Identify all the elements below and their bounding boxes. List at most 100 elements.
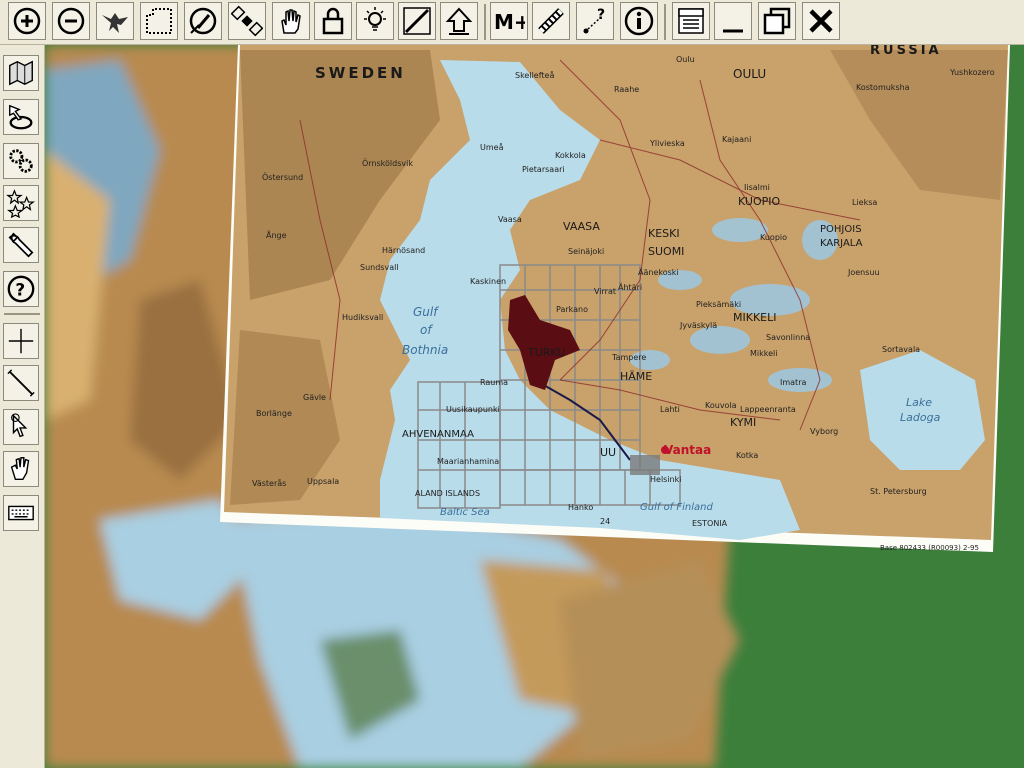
label-aland: ALAND ISLANDS [415, 489, 480, 498]
label-skelleftea: Skellefteå [515, 70, 554, 80]
gears-icon [9, 149, 33, 173]
lighting-button[interactable] [356, 2, 394, 40]
label-hanko: Hanko [568, 503, 593, 512]
menu-icon [678, 8, 704, 34]
label-sundsvall: Sundsvall [360, 263, 399, 272]
label-vantaa: Vantaa [664, 443, 711, 457]
label-credit: Base 802433 (R00093) 2-95 [880, 544, 979, 552]
restore-button[interactable] [758, 2, 796, 40]
query-point-button[interactable]: ? [576, 2, 614, 40]
label-virrat: Virrat [594, 287, 616, 296]
pan-button[interactable] [272, 2, 310, 40]
label-jyvaskyla: Jyväskylä [679, 321, 717, 330]
keyboard-icon [8, 505, 34, 521]
label-kaskinen: Kaskinen [470, 277, 506, 286]
stars-icon [6, 189, 36, 218]
map-view[interactable]: SWEDEN RUSSIA OULU VAASA KUOPIO KESKI SU… [45, 45, 1024, 768]
label-lake: Lake [906, 396, 932, 409]
m-plus-icon: M+ [494, 10, 525, 34]
label-uusikaupunki: Uusikaupunki [446, 405, 500, 414]
keyboard-button[interactable] [3, 495, 39, 531]
settings-button[interactable] [3, 143, 39, 179]
crosshair-button[interactable] [3, 323, 39, 359]
label-sortavala: Sortavala [882, 345, 920, 354]
zoom-in-button[interactable] [8, 2, 46, 40]
menu-button[interactable] [672, 2, 710, 40]
add-marker-button[interactable]: M+ [490, 2, 528, 40]
close-button[interactable] [802, 2, 840, 40]
label-yushkozero: Yushkozero [949, 68, 995, 77]
label-vaasa: VAASA [563, 220, 600, 233]
label-rauma: Rauma [480, 378, 508, 387]
eagle-icon [102, 13, 128, 33]
tools-button[interactable] [3, 227, 39, 263]
label-ylivieska: Ylivieska [649, 139, 685, 148]
hand-icon [281, 9, 301, 34]
favorites-button[interactable] [3, 185, 39, 221]
svg-text:?: ? [597, 7, 605, 23]
track-button[interactable] [532, 2, 570, 40]
crosshair-icon [8, 328, 34, 354]
label-hame: HÄME [620, 370, 652, 383]
label-vaasa-city: Vaasa [498, 215, 522, 224]
label-pietarsaari: Pietarsaari [522, 165, 565, 174]
grab-button[interactable] [3, 451, 39, 487]
svg-text:?: ? [15, 280, 25, 300]
fly-button[interactable] [96, 2, 134, 40]
select-button[interactable] [3, 409, 39, 445]
zoom-out-button[interactable] [52, 2, 90, 40]
wrench-icon [8, 232, 34, 258]
label-kostomuksha: Kostomuksha [856, 83, 910, 92]
help-button[interactable]: ? [3, 271, 39, 307]
measure-button[interactable] [3, 365, 39, 401]
label-ladoga: Ladoga [900, 411, 941, 424]
info-icon [624, 6, 654, 36]
satellite-button[interactable] [228, 2, 266, 40]
minimize-icon [723, 29, 743, 33]
label-lappeenranta: Lappeenranta [740, 405, 796, 414]
area-select-button[interactable] [140, 2, 178, 40]
map-icon [9, 60, 33, 86]
label-umea: Umeå [480, 142, 504, 152]
label-ange: Ånge [266, 229, 287, 240]
label-keski: KESKI [648, 227, 680, 240]
query-icon: ? [583, 7, 605, 34]
label-kokkola: Kokkola [555, 151, 586, 160]
label-ahvenanmaa: AHVENANMAA [402, 429, 474, 440]
dotted-area-icon [146, 8, 172, 34]
compass-button[interactable] [184, 2, 222, 40]
map-canvas[interactable]: SWEDEN RUSSIA OULU VAASA KUOPIO KESKI SU… [45, 45, 1024, 768]
info-button[interactable] [620, 2, 658, 40]
label-sweden: SWEDEN [315, 64, 406, 82]
label-gulf: Gulf [413, 305, 439, 319]
lock-icon [322, 7, 344, 35]
minimize-button[interactable] [714, 2, 752, 40]
toolbar-separator [664, 4, 666, 40]
label-raahe: Raahe [614, 85, 639, 94]
location-button[interactable] [3, 99, 39, 135]
label-bothnia: Bothnia [402, 343, 448, 357]
label-ostersund: Östersund [262, 172, 303, 182]
label-kajaani: Kajaani [722, 135, 751, 144]
label-st-petersburg: St. Petersburg [870, 487, 927, 496]
label-aanekoski: Äänekoski [638, 267, 679, 277]
label-karjala: KARJALA [820, 238, 863, 249]
label-joensuu: Joensuu [847, 268, 880, 277]
label-harnosand: Härnösand [382, 246, 425, 255]
pointer-icon [11, 413, 28, 438]
left-toolbar: ? [0, 45, 45, 768]
label-lieksa: Lieksa [852, 198, 877, 207]
label-borlange: Borlänge [256, 409, 292, 418]
toolbar-separator [484, 4, 486, 40]
draw-line-button[interactable] [398, 2, 436, 40]
lock-button[interactable] [314, 2, 352, 40]
label-iisalmi: Iisalmi [744, 183, 770, 192]
label-parkano: Parkano [556, 305, 588, 314]
label-pohjois: POHJOIS [820, 224, 862, 235]
label-uppsala: Uppsala [307, 477, 339, 486]
label-baltic: Baltic Sea [440, 507, 490, 518]
map-layers-button[interactable] [3, 55, 39, 91]
svg-text:M+: M+ [494, 10, 525, 34]
label-tampere: Tampere [611, 353, 646, 362]
upload-button[interactable] [440, 2, 478, 40]
